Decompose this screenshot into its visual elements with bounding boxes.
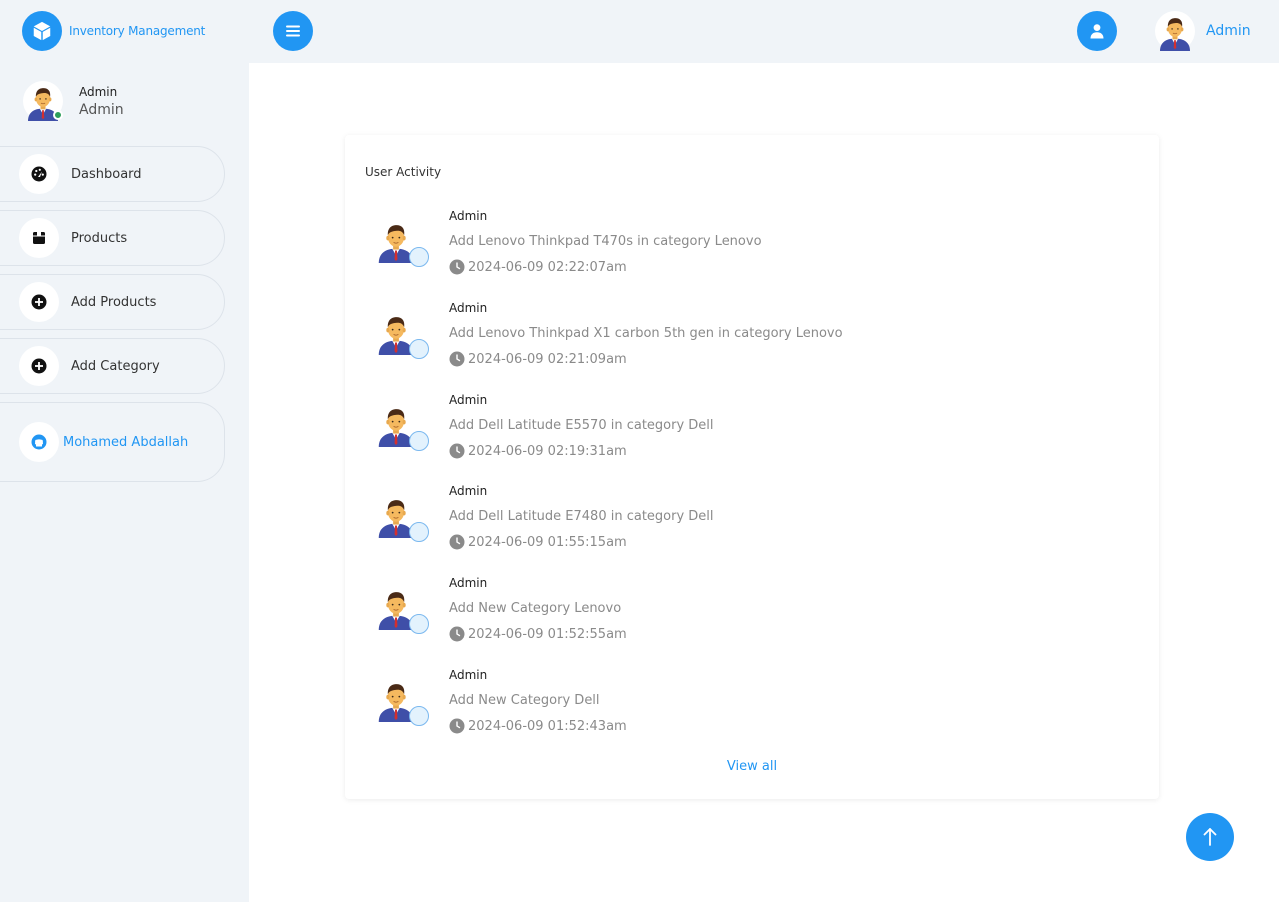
box-icon — [22, 11, 62, 51]
arrow-up-icon — [1203, 828, 1217, 846]
clock-icon — [449, 259, 465, 275]
activity-user: Admin — [449, 301, 488, 315]
activity-item: Admin Add Lenovo Thinkpad T470s in categ… — [373, 209, 1113, 289]
plus-circle-icon — [19, 346, 59, 386]
activity-description: Add New Category Lenovo — [449, 601, 622, 616]
avatar-status-ring — [409, 614, 429, 634]
user-icon — [1090, 24, 1104, 39]
activity-description: Add Lenovo Thinkpad X1 carbon 5th gen in… — [449, 326, 843, 341]
avatar-status-ring — [409, 431, 429, 451]
sidebar-user-name: Admin — [79, 84, 118, 99]
activity-timestamp: 2024-06-09 02:21:09am — [468, 351, 627, 367]
online-status-dot — [53, 110, 63, 120]
github-icon — [19, 422, 59, 462]
clock-icon — [449, 443, 465, 459]
activity-user: Admin — [449, 668, 488, 682]
activity-description: Add Dell Latitude E5570 in category Dell — [449, 418, 714, 433]
clock-icon — [449, 718, 465, 734]
sidebar-item-label: Products — [71, 230, 128, 246]
activity-description: Add Lenovo Thinkpad T470s in category Le… — [449, 234, 762, 249]
gauge-icon — [19, 154, 59, 194]
menu-toggle-button[interactable] — [273, 11, 313, 51]
sidebar-item-products[interactable]: Products — [0, 210, 225, 266]
activity-timestamp: 2024-06-09 01:52:55am — [468, 626, 627, 642]
sidebar: Admin Admin Dashboard Products Add Produ… — [0, 63, 249, 902]
sidebar-item-dashboard[interactable]: Dashboard — [0, 146, 225, 202]
activity-description: Add Dell Latitude E7480 in category Dell — [449, 509, 714, 524]
sidebar-item-add-products[interactable]: Add Products — [0, 274, 225, 330]
activity-item: Admin Add Dell Latitude E7480 in categor… — [373, 484, 1113, 564]
sidebar-item-label: Add Category — [71, 358, 160, 374]
sidebar-user-role: Admin — [79, 101, 124, 118]
profile-name: Admin — [1206, 23, 1251, 39]
activity-timestamp: 2024-06-09 02:19:31am — [468, 443, 627, 459]
activity-item: Admin Add Lenovo Thinkpad X1 carbon 5th … — [373, 301, 1113, 381]
avatar-status-ring — [409, 522, 429, 542]
sidebar-item-label: Add Products — [71, 294, 157, 310]
hamburger-icon — [286, 25, 300, 37]
activity-time: 2024-06-09 01:55:15am — [449, 534, 627, 550]
sidebar-item-add-category[interactable]: Add Category — [0, 338, 225, 394]
activity-item: Admin Add New Category Lenovo 2024-06-09… — [373, 576, 1113, 656]
sidebar-user: Admin Admin — [23, 81, 124, 121]
activity-time: 2024-06-09 01:52:43am — [449, 718, 627, 734]
user-activity-card: User Activity Admin Add Lenovo Thinkpad … — [345, 135, 1159, 799]
plus-circle-icon — [19, 282, 59, 322]
activity-user: Admin — [449, 484, 488, 498]
clock-icon — [449, 626, 465, 642]
activity-timestamp: 2024-06-09 01:55:15am — [468, 534, 627, 550]
activity-timestamp: 2024-06-09 01:52:43am — [468, 718, 627, 734]
activity-user: Admin — [449, 393, 488, 407]
brand[interactable]: Inventory Management — [22, 11, 205, 51]
avatar-status-ring — [409, 706, 429, 726]
box-icon — [19, 218, 59, 258]
github-link-label: Mohamed Abdallah — [63, 434, 189, 450]
activity-item: Admin Add Dell Latitude E5570 in categor… — [373, 393, 1113, 473]
activity-user: Admin — [449, 209, 488, 223]
avatar-status-ring — [409, 339, 429, 359]
sidebar-item-label: Dashboard — [71, 166, 142, 182]
activity-time: 2024-06-09 02:21:09am — [449, 351, 627, 367]
activity-timestamp: 2024-06-09 02:22:07am — [468, 259, 627, 275]
activity-time: 2024-06-09 02:19:31am — [449, 443, 627, 459]
user-button[interactable] — [1077, 11, 1117, 51]
avatar — [1155, 11, 1195, 51]
activity-user: Admin — [449, 576, 488, 590]
view-all-link[interactable]: View all — [345, 759, 1159, 774]
clock-icon — [449, 351, 465, 367]
card-title: User Activity — [365, 165, 442, 179]
clock-icon — [449, 534, 465, 550]
profile-menu[interactable]: Admin — [1155, 11, 1251, 51]
activity-time: 2024-06-09 02:22:07am — [449, 259, 627, 275]
top-navbar: Inventory Management Admin — [0, 0, 1279, 63]
github-link[interactable]: Mohamed Abdallah — [0, 402, 225, 482]
activity-item: Admin Add New Category Dell 2024-06-09 0… — [373, 668, 1113, 748]
brand-name: Inventory Management — [69, 24, 206, 38]
activity-description: Add New Category Dell — [449, 693, 600, 708]
scroll-to-top-button[interactable] — [1186, 813, 1234, 861]
avatar-status-ring — [409, 247, 429, 267]
activity-time: 2024-06-09 01:52:55am — [449, 626, 627, 642]
